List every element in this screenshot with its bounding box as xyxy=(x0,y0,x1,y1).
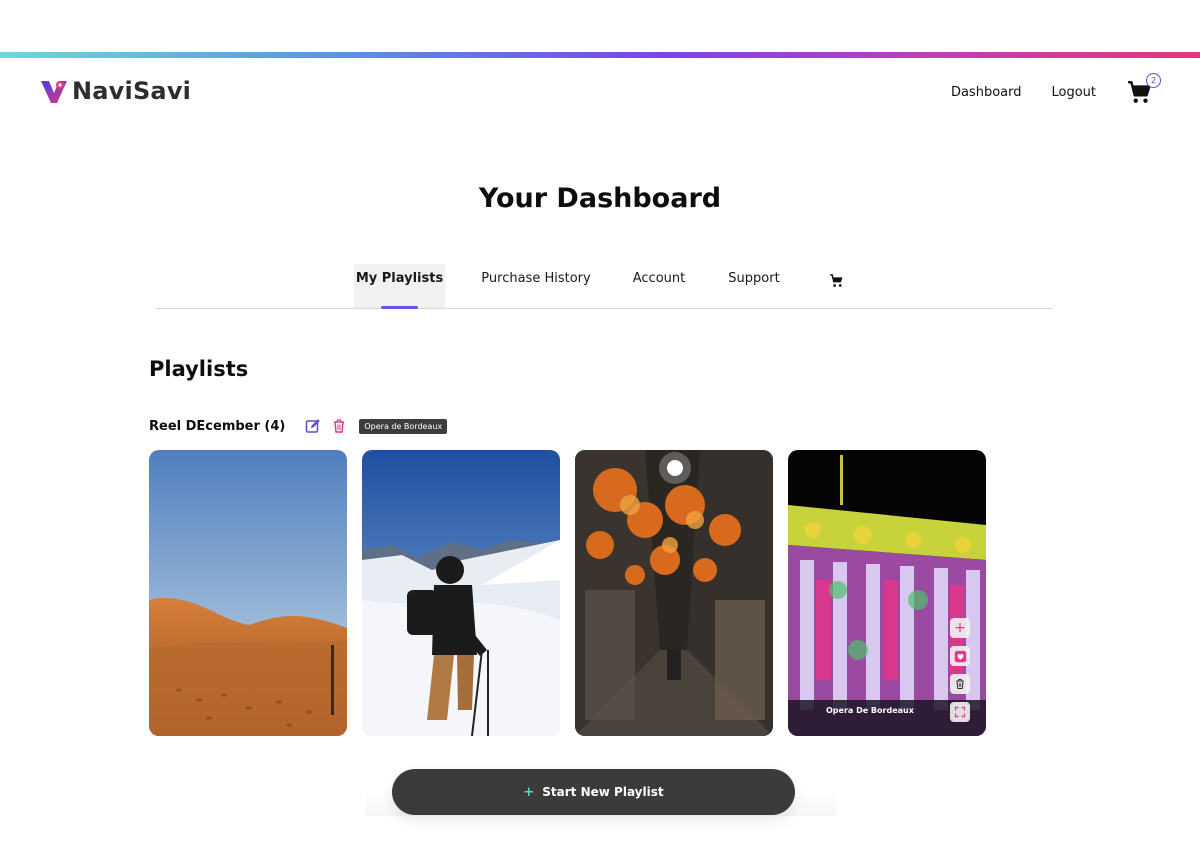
cart-icon xyxy=(829,274,842,287)
tab-purchase-history[interactable]: Purchase History xyxy=(474,264,598,308)
tab-account[interactable]: Account xyxy=(626,264,692,308)
brand-name: NaviSavi xyxy=(72,77,192,105)
expand-icon xyxy=(954,706,966,718)
tab-my-playlists[interactable]: My Playlists xyxy=(354,264,445,308)
playlist-item-skier[interactable] xyxy=(362,450,560,736)
playlist-name: Reel DEcember (4) xyxy=(149,418,286,434)
card-actions: + xyxy=(950,618,970,730)
start-new-playlist-label: Start New Playlist xyxy=(542,785,664,799)
alley-image xyxy=(575,450,773,736)
add-button[interactable]: + xyxy=(950,618,970,638)
gradient-top-bar xyxy=(0,52,1200,58)
delete-button[interactable] xyxy=(950,674,970,694)
plus-icon: + xyxy=(523,784,535,800)
trash-icon xyxy=(956,679,964,690)
heart-icon xyxy=(954,650,966,662)
logo-mark-icon xyxy=(41,81,67,103)
tab-cart[interactable] xyxy=(824,264,848,308)
dashboard-tabs: My Playlists Purchase History Account Su… xyxy=(156,264,1053,309)
trash-icon[interactable] xyxy=(331,418,347,434)
cart-count-badge: 2 xyxy=(1146,73,1161,88)
start-new-playlist-button[interactable]: + Start New Playlist xyxy=(392,769,795,815)
desert-image xyxy=(149,450,347,736)
expand-button[interactable] xyxy=(950,702,970,722)
top-nav: Dashboard Logout 2 xyxy=(951,73,1161,108)
skier-image xyxy=(362,450,560,736)
cart-button[interactable]: 2 xyxy=(1126,73,1161,107)
active-tab-indicator xyxy=(381,306,418,309)
playlist-item-alley[interactable] xyxy=(575,450,773,736)
playlist-item-desert[interactable] xyxy=(149,450,347,736)
plus-icon: + xyxy=(954,620,966,636)
page-title: Your Dashboard xyxy=(478,183,722,214)
playlist-tooltip: Opera de Bordeaux xyxy=(359,418,448,434)
playlists-heading: Playlists xyxy=(149,357,249,381)
playlist-header: Reel DEcember (4) Opera de Bordeaux xyxy=(149,418,448,434)
navisavi-logo[interactable]: NaviSavi xyxy=(40,77,191,105)
playlist-item-opera[interactable]: + Opera De Bordeaux xyxy=(788,450,986,736)
edit-icon[interactable] xyxy=(305,418,321,434)
tab-support[interactable]: Support xyxy=(722,264,786,308)
nav-dashboard-link[interactable]: Dashboard xyxy=(951,78,1022,108)
card-caption: Opera De Bordeaux xyxy=(826,706,914,715)
nav-logout-link[interactable]: Logout xyxy=(1051,78,1096,108)
favorite-button[interactable] xyxy=(950,646,970,666)
